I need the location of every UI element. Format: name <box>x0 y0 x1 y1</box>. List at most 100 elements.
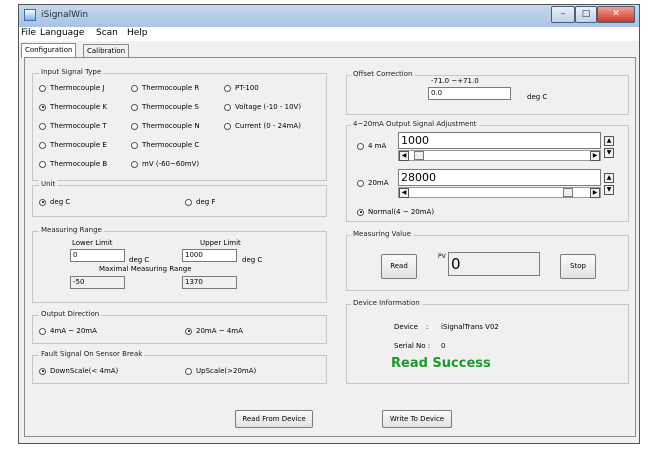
output-direction-group: Output Direction 4mA ~ 20mA 20mA ~ 4mA <box>32 310 327 344</box>
menu-bar: File Language Scan Help <box>19 27 639 41</box>
menu-help[interactable]: Help <box>127 28 148 38</box>
input-signal-radio[interactable]: Thermocouple T <box>39 122 107 130</box>
radio-unselected-icon <box>131 141 138 149</box>
radio-unselected-icon <box>131 103 138 111</box>
write-to-device-button[interactable]: Write To Device <box>382 410 452 428</box>
input-signal-radio[interactable]: Voltage (-10 - 10V) <box>224 103 301 111</box>
slider-thumb[interactable] <box>414 151 424 160</box>
radio-unselected-icon <box>185 198 192 206</box>
radio-unselected-icon <box>357 142 364 150</box>
input-signal-radio[interactable]: Thermocouple C <box>131 141 199 149</box>
device-info-title: Device Information <box>351 299 422 307</box>
radio-unselected-icon <box>131 84 138 92</box>
read-button[interactable]: Read <box>381 254 417 279</box>
radio-unselected-icon <box>39 122 46 130</box>
app-window: iSignalWin – □ ✕ File Language Scan Help… <box>18 4 640 444</box>
tab-calibration[interactable]: Calibration <box>83 44 130 58</box>
input-signal-title: Input Signal Type <box>39 68 104 76</box>
upper-limit-label: Upper Limit <box>200 239 241 247</box>
device-value: iSignalTrans V02 <box>441 323 499 331</box>
adjust-4ma-input[interactable]: 1000 <box>398 132 601 149</box>
radio-unselected-icon <box>39 327 46 335</box>
slider-thumb[interactable] <box>563 188 573 197</box>
pv-value-display: 0 <box>448 252 540 276</box>
input-signal-radio[interactable]: Thermocouple J <box>39 84 104 92</box>
read-from-device-button[interactable]: Read From Device <box>235 410 313 428</box>
offset-input[interactable]: 0.0 <box>428 87 511 100</box>
output-20-4-radio[interactable]: 20mA ~ 4mA <box>185 327 243 335</box>
input-signal-radio[interactable]: PT-100 <box>224 84 259 92</box>
fault-upscale-label: UpScale(>20mA) <box>196 367 257 375</box>
adjust-4ma-label: 4 mA <box>368 142 387 150</box>
input-signal-radio[interactable]: Thermocouple S <box>131 103 199 111</box>
menu-language[interactable]: Language <box>40 28 84 38</box>
radio-unselected-icon <box>39 84 46 92</box>
tab-configuration[interactable]: Configuration <box>21 43 77 58</box>
scroll-left-icon[interactable]: ◀ <box>399 151 409 161</box>
unit-deg-c-radio[interactable]: deg C <box>39 198 70 206</box>
input-signal-label: Thermocouple T <box>50 122 107 130</box>
spin-down-icon[interactable]: ▼ <box>604 185 614 195</box>
input-signal-label: Thermocouple B <box>50 160 108 168</box>
adjust-normal-label: Normal(4 ~ 20mA) <box>368 208 435 216</box>
window-title: iSignalWin <box>41 10 89 20</box>
unit-deg-c-label: deg C <box>50 198 71 206</box>
serial-label: Serial No : <box>394 342 431 350</box>
scroll-right-icon[interactable]: ▶ <box>590 188 600 198</box>
title-bar[interactable]: iSignalWin – □ ✕ <box>19 5 639 27</box>
scroll-right-icon[interactable]: ▶ <box>590 151 600 161</box>
radio-unselected-icon <box>39 160 46 168</box>
measuring-range-group: Measuring Range Lower Limit Upper Limit … <box>32 226 327 303</box>
lower-unit-label: deg C <box>129 256 150 264</box>
radio-unselected-icon <box>224 103 231 111</box>
menu-file[interactable]: File <box>21 28 36 38</box>
lower-limit-input[interactable]: 0 <box>70 249 125 262</box>
fault-downscale-radio[interactable]: DownScale(< 4mA) <box>39 367 118 375</box>
upper-limit-input[interactable]: 1000 <box>182 249 237 262</box>
adjust-20ma-radio[interactable]: 20mA <box>357 179 389 187</box>
adjust-4ma-slider[interactable]: ◀ ▶ <box>398 150 601 161</box>
output-20-4-label: 20mA ~ 4mA <box>196 327 243 335</box>
device-separator: : <box>426 323 429 331</box>
input-signal-radio[interactable]: Current (0 - 24mA) <box>224 122 301 130</box>
spin-down-icon[interactable]: ▼ <box>604 148 614 158</box>
input-signal-label: Thermocouple E <box>50 141 107 149</box>
adjust-20ma-input[interactable]: 28000 <box>398 169 601 186</box>
adjust-4ma-radio[interactable]: 4 mA <box>357 142 386 150</box>
device-info-group: Device Information Device : iSignalTrans… <box>346 299 629 384</box>
input-signal-radio[interactable]: Thermocouple N <box>131 122 200 130</box>
input-signal-label: PT-100 <box>235 84 259 92</box>
max-range-label: Maximal Measuring Range <box>99 265 192 273</box>
measuring-value-group: Measuring Value Read PV 0 Stop <box>346 230 629 291</box>
radio-unselected-icon <box>224 84 231 92</box>
offset-range-label: -71.0 ~+71.0 <box>431 77 479 85</box>
fault-signal-title: Fault Signal On Sensor Break <box>39 350 145 358</box>
menu-scan[interactable]: Scan <box>96 28 118 38</box>
radio-selected-icon <box>39 367 46 375</box>
radio-selected-icon <box>357 208 364 216</box>
unit-title: Unit <box>39 180 58 188</box>
unit-group: Unit deg C deg F <box>32 180 327 217</box>
unit-deg-f-radio[interactable]: deg F <box>185 198 215 206</box>
serial-value: 0 <box>441 342 446 350</box>
spin-up-icon[interactable]: ▲ <box>604 173 614 183</box>
stop-button[interactable]: Stop <box>560 254 596 279</box>
minimize-icon[interactable]: – <box>551 6 575 23</box>
spin-up-icon[interactable]: ▲ <box>604 136 614 146</box>
radio-unselected-icon <box>185 367 192 375</box>
input-signal-radio[interactable]: Thermocouple K <box>39 103 107 111</box>
fault-upscale-radio[interactable]: UpScale(>20mA) <box>185 367 256 375</box>
input-signal-radio[interactable]: Thermocouple B <box>39 160 107 168</box>
input-signal-radio[interactable]: Thermocouple E <box>39 141 107 149</box>
adjust-20ma-slider[interactable]: ◀ ▶ <box>398 187 601 198</box>
close-icon[interactable]: ✕ <box>597 6 635 23</box>
scroll-left-icon[interactable]: ◀ <box>399 188 409 198</box>
fault-signal-group: Fault Signal On Sensor Break DownScale(<… <box>32 350 327 384</box>
adjust-normal-radio[interactable]: Normal(4 ~ 20mA) <box>357 208 434 216</box>
input-signal-radio[interactable]: mV (-60~60mV) <box>131 160 199 168</box>
output-4-20-radio[interactable]: 4mA ~ 20mA <box>39 327 97 335</box>
status-message: Read Success <box>391 356 491 371</box>
input-signal-radio[interactable]: Thermocouple R <box>131 84 199 92</box>
radio-selected-icon <box>39 103 46 111</box>
maximize-icon[interactable]: □ <box>575 6 597 23</box>
